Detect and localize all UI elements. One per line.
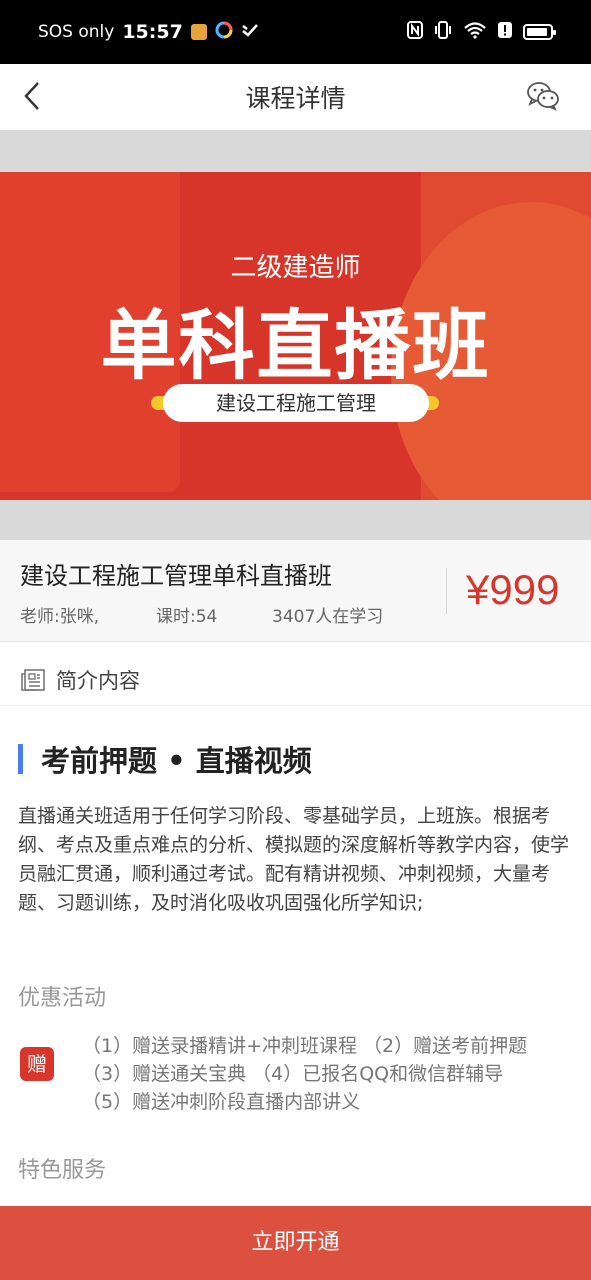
course-banner: 二级建造师 单科直播班 建设工程施工管理 [0,172,591,500]
course-info: 建设工程施工管理单科直播班 老师:张咪, 课时:54 3407人在学习 ¥999 [0,540,591,642]
vibrate-icon [433,21,453,43]
course-teacher: 老师:张咪, [20,607,100,627]
section-accent-bar [18,744,23,774]
banner-title: 单科直播班 [100,301,491,390]
document-icon [21,668,45,691]
open-now-button[interactable]: 立即开通 [0,1206,591,1280]
banner-subtitle: 二级建造师 [230,253,361,283]
nfc-icon [407,21,423,43]
course-learners: 3407人在学习 [272,607,384,627]
battery-icon [523,24,556,40]
promo-label: 优惠活动 [18,986,107,1011]
alert-icon [497,21,513,43]
promo-line: （1）赠送录播精讲+冲刺班课程 （2）赠送考前押题 [82,1035,528,1057]
wifi-6-icon [463,21,487,43]
promo-list: （1）赠送录播精讲+冲刺班课程 （2）赠送考前押题 （3）赠送通关宝典 （4）已… [82,1032,527,1116]
course-price: ¥999 [466,566,560,613]
banner-container: 二级建造师 单科直播班 建设工程施工管理 [0,130,591,540]
app-icon-colorful [215,21,233,44]
section-title: 考前押题 • 直播视频 [18,738,312,780]
chevron-left-icon [24,82,39,110]
status-bar: SOS only 15:57 [0,0,591,64]
nav-bar: 课程详情 [0,64,591,130]
course-hours: 课时:54 [156,607,218,627]
intro-header-label: 简介内容 [56,668,140,693]
promo-line: （5）赠送冲刺阶段直播内部讲义 [82,1091,361,1113]
carrier-text: SOS only [38,22,115,42]
intro-header: 简介内容 [0,654,591,706]
status-time: 15:57 [122,21,183,43]
price-divider [446,568,447,614]
page-title: 课程详情 [245,84,346,113]
app-icon-orange [190,24,207,40]
wechat-icon [527,82,559,111]
section-title-text: 考前押题 • 直播视频 [41,744,312,778]
status-left: SOS only 15:57 [38,21,259,44]
course-name: 建设工程施工管理单科直播班 [20,562,332,590]
wechat-share-button[interactable] [523,76,563,116]
course-meta: 老师:张咪, 课时:54 3407人在学习 [20,602,383,627]
status-right [407,21,556,43]
back-button[interactable] [12,76,52,116]
promo-line: （3）赠送通关宝典 （4）已报名QQ和微信群辅导 [82,1063,504,1085]
gift-badge: 赠 [20,1047,54,1081]
course-description: 直播通关班适用于任何学习阶段、零基础学员，上班族。根据考纲、考点及重点难点的分析… [18,805,570,914]
feature-label: 特色服务 [18,1158,107,1183]
app-icon-check [241,22,259,43]
banner-pill: 建设工程施工管理 [163,384,429,422]
